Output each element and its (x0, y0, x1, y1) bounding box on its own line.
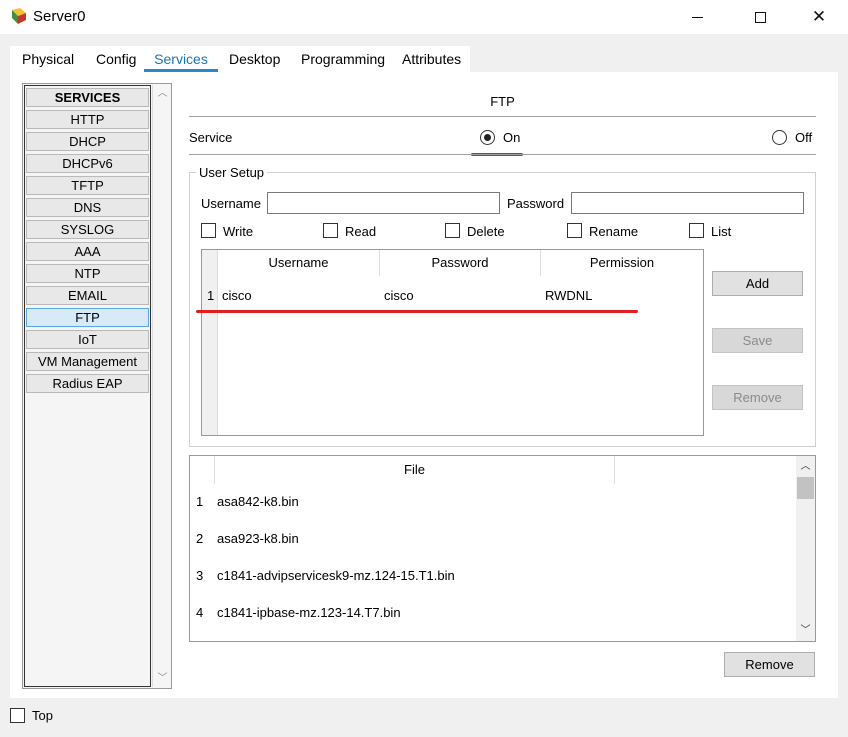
read-checkbox[interactable] (323, 223, 338, 238)
service-item-ntp[interactable]: NTP (26, 264, 149, 283)
maximize-icon (754, 11, 766, 23)
rename-checkbox[interactable] (567, 223, 582, 238)
services-list: SERVICES HTTP DHCP DHCPv6 TFTP DNS SYSLO… (22, 83, 172, 689)
service-item-email[interactable]: EMAIL (26, 286, 149, 305)
service-label: Service (189, 130, 233, 145)
column-header-file[interactable]: File (214, 456, 615, 484)
service-item-dhcpv6[interactable]: DHCPv6 (26, 154, 149, 173)
row-username: cisco (222, 288, 252, 303)
top-label: Top (32, 708, 53, 723)
save-button[interactable]: Save (712, 328, 803, 353)
service-item-syslog[interactable]: SYSLOG (26, 220, 149, 239)
tab-bar: Physical Config Services Desktop Program… (10, 44, 840, 72)
file-name: asa923-k8.bin (217, 531, 299, 546)
service-item-dhcp[interactable]: DHCP (26, 132, 149, 151)
service-item-tftp[interactable]: TFTP (26, 176, 149, 195)
services-header: SERVICES (26, 88, 149, 107)
list-checkbox[interactable] (689, 223, 704, 238)
scroll-up-icon[interactable]: ︿ (153, 85, 172, 102)
row-number: 1 (207, 288, 215, 303)
file-name: c1841-advipservicesk9-mz.124-15.T1.bin (217, 568, 455, 583)
add-button[interactable]: Add (712, 271, 803, 296)
list-label: List (711, 224, 732, 239)
remove-user-button[interactable]: Remove (712, 385, 803, 410)
service-item-iot[interactable]: IoT (26, 330, 149, 349)
minimize-icon (691, 16, 703, 18)
divider (189, 154, 816, 155)
service-item-ftp[interactable]: FTP (26, 308, 149, 327)
services-content: SERVICES HTTP DHCP DHCPv6 TFTP DNS SYSLO… (10, 72, 838, 698)
scroll-down-icon[interactable]: ﹀ (153, 670, 172, 687)
service-on-radio[interactable] (480, 130, 495, 145)
service-off-label: Off (795, 130, 813, 145)
username-label: Username (201, 196, 261, 211)
row-number: 2 (196, 531, 204, 546)
column-header-permission[interactable]: Permission (541, 250, 703, 276)
service-item-aaa[interactable]: AAA (26, 242, 149, 261)
password-label: Password (507, 196, 565, 211)
tab-physical[interactable]: Physical (16, 48, 81, 72)
top-checkbox[interactable] (10, 708, 25, 723)
row-number: 4 (196, 605, 204, 620)
column-header-password[interactable]: Password (380, 250, 541, 276)
tab-services[interactable]: Services (144, 48, 218, 72)
username-input[interactable] (267, 192, 500, 214)
remove-file-button[interactable]: Remove (724, 652, 815, 677)
window-title: Server0 (33, 8, 86, 25)
password-input[interactable] (571, 192, 804, 214)
file-name: asa842-k8.bin (217, 494, 299, 509)
service-on-label: On (503, 130, 521, 145)
close-icon: ✕ (811, 7, 827, 26)
row-permission: RWDNL (545, 288, 593, 303)
file-name: c1841-ipbase-mz.123-14.T7.bin (217, 605, 401, 620)
tab-desktop[interactable]: Desktop (223, 48, 287, 72)
write-label: Write (223, 224, 254, 239)
read-label: Read (345, 224, 377, 239)
column-header-username[interactable]: Username (218, 250, 380, 276)
title-bar: Server0 ✕ (0, 0, 848, 34)
file-scrollbar[interactable]: ︿ ﹀ (796, 456, 815, 641)
tab-attributes[interactable]: Attributes (396, 48, 468, 72)
red-underline-annotation (196, 310, 638, 313)
delete-checkbox[interactable] (445, 223, 460, 238)
row-number: 3 (196, 568, 204, 583)
service-item-dns[interactable]: DNS (26, 198, 149, 217)
user-setup-legend: User Setup (196, 165, 268, 180)
tab-programming[interactable]: Programming (295, 48, 392, 72)
services-scrollbar[interactable]: ︿ ﹀ (152, 85, 171, 687)
service-item-vm-management[interactable]: VM Management (26, 352, 149, 371)
delete-label: Delete (467, 224, 505, 239)
server-app-icon (12, 8, 26, 24)
close-button[interactable]: ✕ (796, 0, 842, 34)
minimize-button[interactable] (674, 0, 720, 34)
maximize-button[interactable] (737, 0, 783, 34)
scroll-down-icon[interactable]: ﹀ (796, 622, 815, 639)
tab-config[interactable]: Config (90, 48, 143, 72)
service-item-http[interactable]: HTTP (26, 110, 149, 129)
ftp-title: FTP (490, 94, 515, 109)
write-checkbox[interactable] (201, 223, 216, 238)
rename-label: Rename (589, 224, 639, 239)
scroll-thumb[interactable] (797, 477, 814, 499)
file-table: File 1 asa842-k8.bin 2 asa923-k8.bin 3 c… (189, 455, 816, 642)
row-password: cisco (384, 288, 414, 303)
divider (189, 116, 816, 117)
row-number: 1 (196, 494, 204, 509)
service-off-radio[interactable] (772, 130, 787, 145)
user-table: Username Password Permission 1 cisco cis… (201, 249, 704, 436)
service-item-radius-eap[interactable]: Radius EAP (26, 374, 149, 393)
scroll-up-icon[interactable]: ︿ (796, 458, 815, 475)
